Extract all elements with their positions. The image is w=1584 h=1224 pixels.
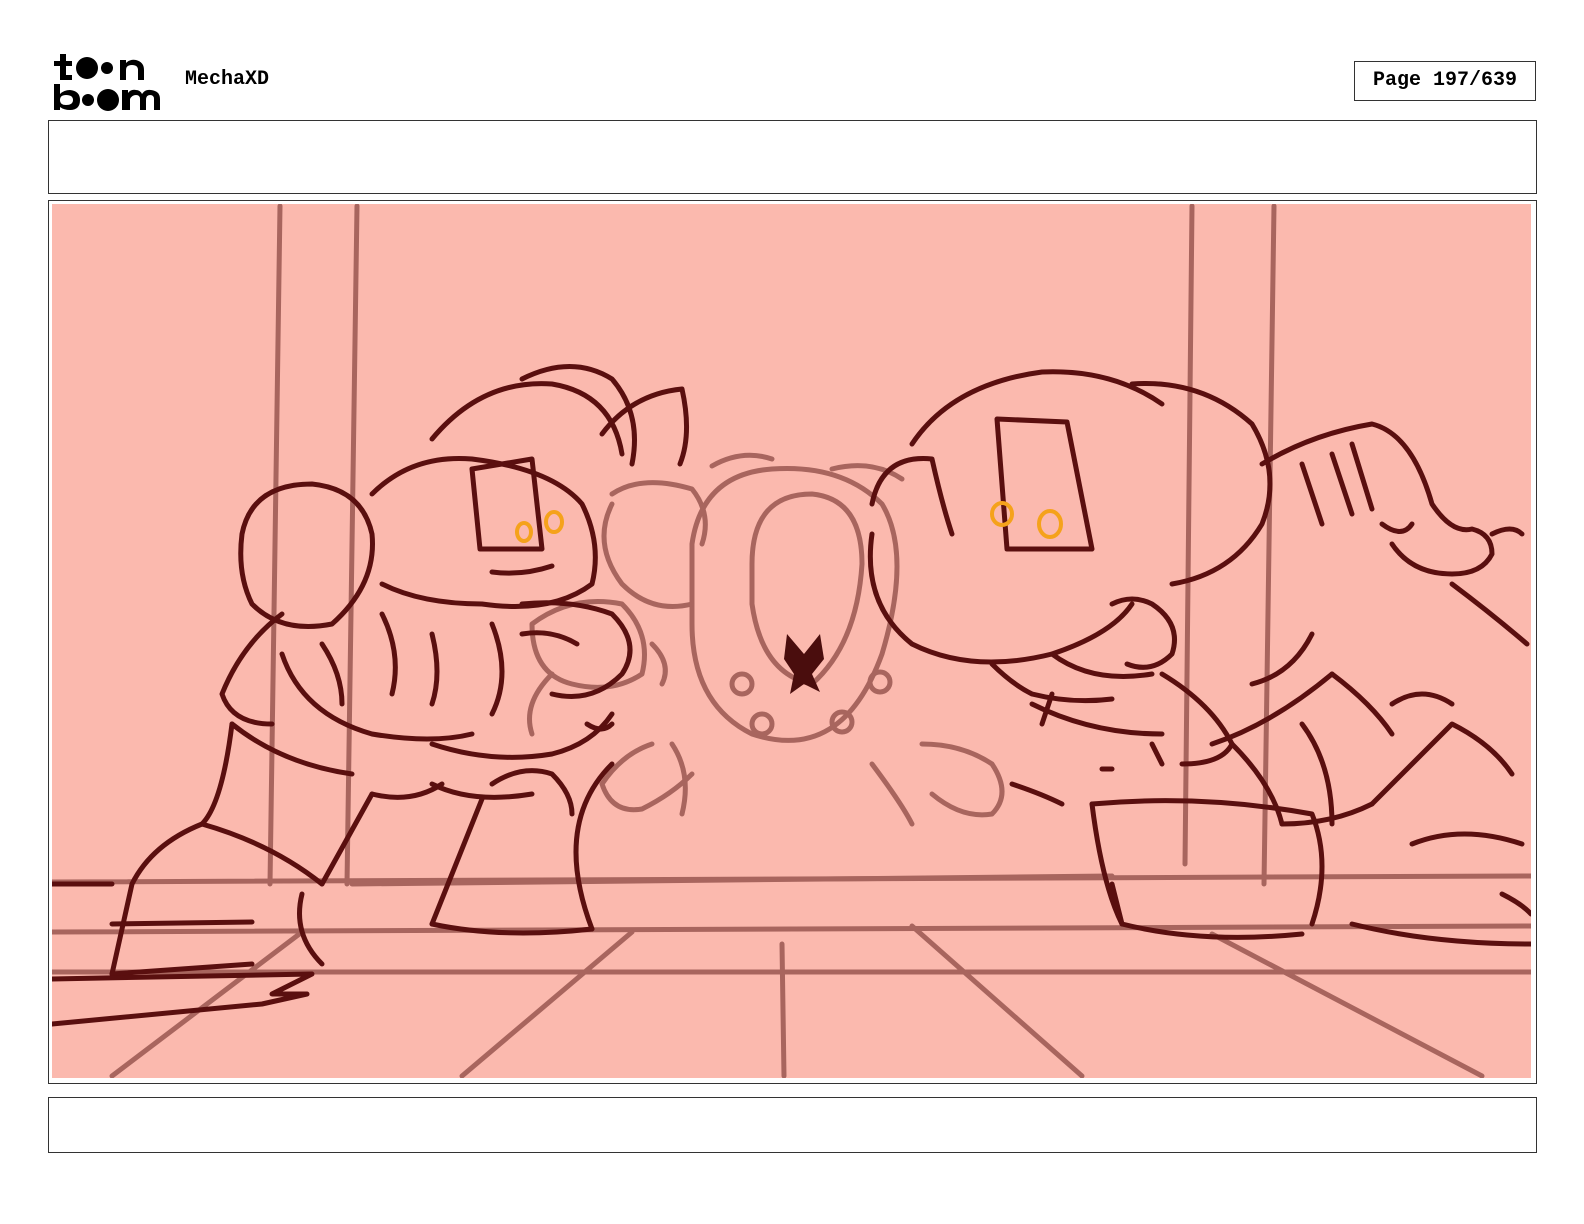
project-title: MechaXD [185,68,270,91]
toon-boom-logo-mark [54,54,160,111]
bottom-notes-box [48,1097,1537,1153]
storyboard-panel [48,200,1537,1084]
top-notes-box [48,120,1537,194]
panel-sketch [52,204,1531,1078]
page-counter: Page 197/639 [1354,61,1536,101]
toon-boom-logo [52,52,164,112]
